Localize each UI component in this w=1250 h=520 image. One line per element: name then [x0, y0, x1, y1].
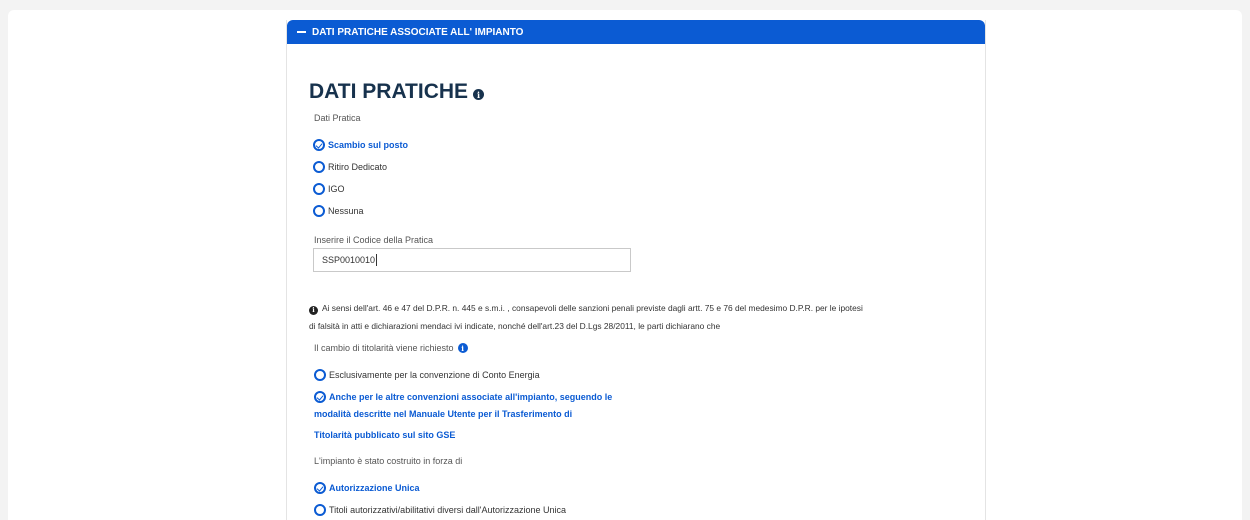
section-title-text: DATI PRATICHE	[309, 80, 469, 103]
radio-autorizzazione-unica[interactable]: Autorizzazione Unica	[314, 482, 420, 494]
radio-nessuna[interactable]: Nessuna	[313, 205, 364, 217]
radio-label: IGO	[328, 184, 345, 194]
info-icon: i	[309, 305, 318, 315]
radio-titoli-diversi[interactable]: Titoli autorizzativi/abilitativi diversi…	[314, 504, 566, 516]
section-title: DATI PRATICHE i	[309, 80, 485, 104]
radio-checked-icon	[314, 391, 326, 403]
radio-label: Autorizzazione Unica	[329, 483, 420, 493]
radio-unchecked-icon	[314, 369, 326, 381]
text-caret	[376, 254, 378, 266]
cambio-titolarita-text: Il cambio di titolarità viene richiesto	[314, 343, 454, 353]
codice-pratica-label: Inserire il Codice della Pratica	[314, 235, 434, 245]
dati-pratica-label: Dati Pratica	[314, 113, 361, 123]
radio-checked-icon	[314, 482, 326, 494]
cambio-titolarita-label: Il cambio di titolarità viene richiesto …	[314, 343, 468, 353]
radio-ritiro-dedicato[interactable]: Ritiro Dedicato	[313, 161, 387, 173]
codice-pratica-input[interactable]: SSP0010010	[313, 248, 631, 272]
impianto-costruito-label: L'impianto è stato costruito in forza di	[314, 456, 463, 466]
radio-unchecked-icon	[313, 161, 325, 173]
radio-checked-icon	[313, 139, 325, 151]
radio-altre-convenzioni[interactable]: Anche per le altre convenzioni associate…	[314, 391, 612, 403]
altre-convenzioni-continued: modalità descritte nel Manuale Utente pe…	[314, 404, 572, 446]
radio-label: Nessuna	[328, 206, 364, 216]
radio-unchecked-icon	[313, 205, 325, 217]
radio-label: Esclusivamente per la convenzione di Con…	[329, 370, 540, 380]
panel-collapse-header[interactable]: DATI PRATICHE ASSOCIATE ALL' IMPIANTO	[287, 20, 985, 44]
radio-scambio-sul-posto[interactable]: Scambio sul posto	[313, 139, 408, 151]
radio-conto-energia[interactable]: Esclusivamente per la convenzione di Con…	[314, 369, 540, 381]
radio-unchecked-icon	[313, 183, 325, 195]
panel-header-label: DATI PRATICHE ASSOCIATE ALL' IMPIANTO	[312, 26, 524, 38]
radio-label: Titoli autorizzativi/abilitativi diversi…	[329, 505, 566, 515]
info-icon[interactable]: i	[473, 89, 485, 100]
dichiarazione-line-1-text: Ai sensi dell'art. 46 e 47 del D.P.R. n.…	[322, 303, 863, 313]
altre-convenzioni-line-2: modalità descritte nel Manuale Utente pe…	[314, 409, 573, 419]
collapse-minus-icon	[297, 31, 306, 33]
dichiarazione-line-1: i Ai sensi dell'art. 46 e 47 del D.P.R. n…	[309, 299, 989, 317]
info-icon[interactable]: i	[457, 343, 468, 353]
radio-label: Scambio sul posto	[328, 140, 409, 150]
dichiarazione-line-2: di falsità in atti e dichiarazioni menda…	[309, 321, 721, 331]
dati-pratiche-panel: DATI PRATICHE ASSOCIATE ALL' IMPIANTO DA…	[286, 20, 986, 520]
radio-label: Anche per le altre convenzioni associate…	[329, 392, 613, 402]
altre-convenzioni-line-3: Titolarità pubblicato sul sito GSE	[314, 430, 456, 440]
radio-unchecked-icon	[314, 504, 326, 516]
dichiarazione-paragraph: i Ai sensi dell'art. 46 e 47 del D.P.R. n…	[309, 299, 989, 335]
radio-label: Ritiro Dedicato	[328, 162, 388, 172]
codice-pratica-value: SSP0010010	[322, 255, 376, 265]
radio-igo[interactable]: IGO	[313, 183, 345, 195]
